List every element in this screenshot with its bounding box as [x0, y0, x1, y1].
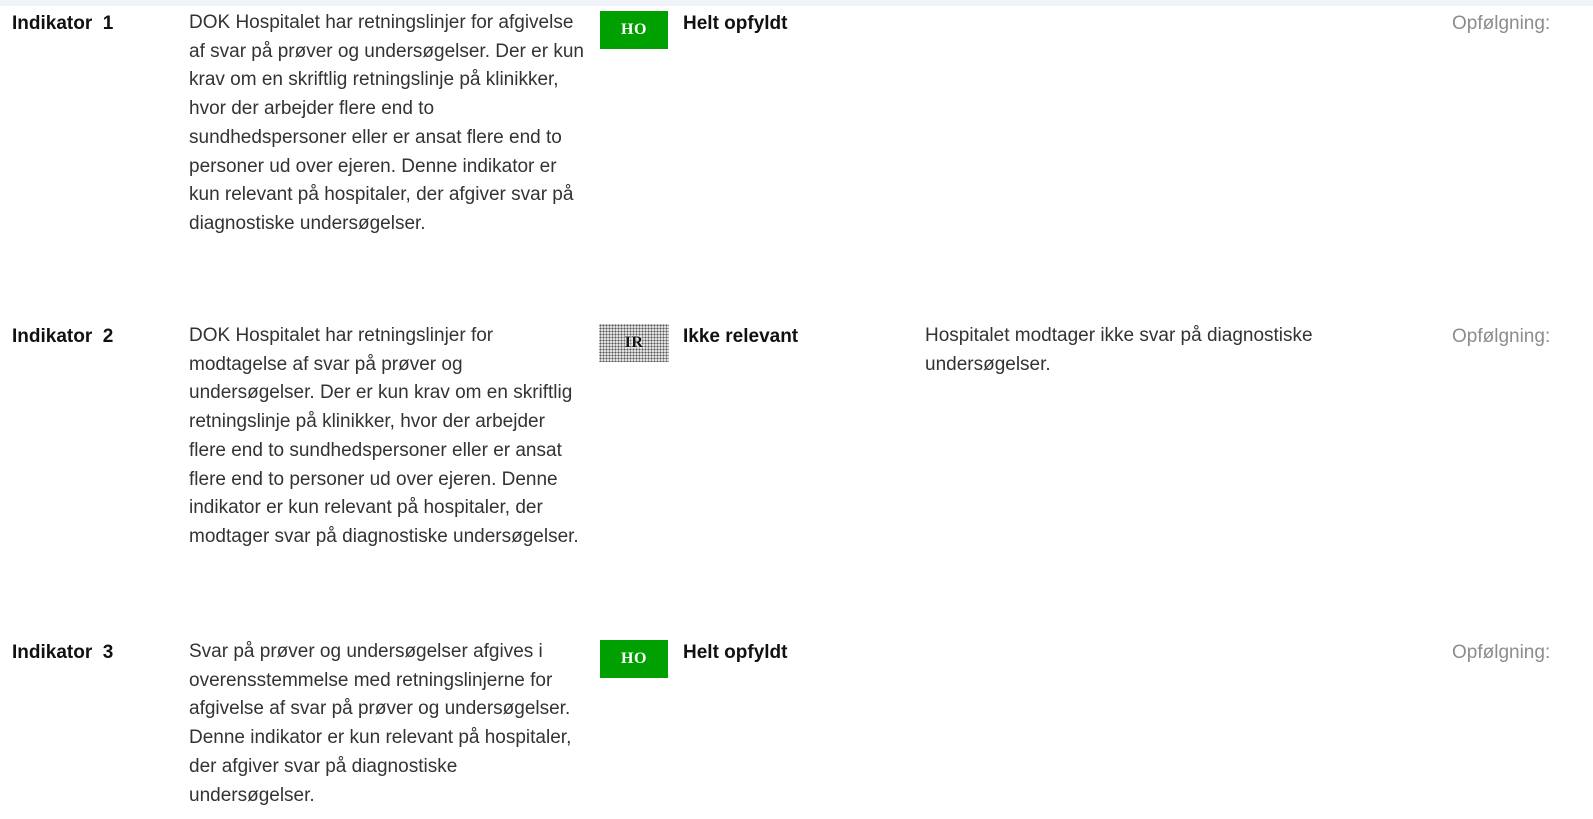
indicator-description: Svar på prøver og undersøgelser afgives …: [189, 641, 572, 806]
status-label: Helt opfyldt: [683, 642, 788, 663]
status-badge-ho: HO: [600, 640, 668, 678]
followup-label: Opfølgning:: [1452, 13, 1551, 34]
indicator-description: DOK Hospitalet har retningslinjer for af…: [189, 12, 584, 234]
followup-label: Opfølgning:: [1452, 642, 1551, 663]
indicator-label: Indikator 2: [12, 326, 114, 347]
indicator-comment: Hospitalet modtager ikke svar på diagnos…: [925, 325, 1313, 375]
badge-text: IR: [624, 334, 644, 351]
status-badge-ir: IR: [599, 324, 669, 362]
badge-text: HO: [621, 21, 647, 38]
followup-label: Opfølgning:: [1452, 326, 1551, 347]
status-badge-ho: HO: [600, 11, 668, 49]
indicator-label: Indikator 3: [12, 642, 114, 663]
status-label: Ikke relevant: [683, 326, 799, 347]
status-label: Helt opfyldt: [683, 13, 788, 34]
top-strip: [0, 0, 1593, 6]
badge-text: HO: [621, 650, 647, 667]
indicator-description: DOK Hospitalet har retningslinjer for mo…: [189, 325, 579, 547]
indicator-label: Indikator 1: [12, 13, 114, 34]
